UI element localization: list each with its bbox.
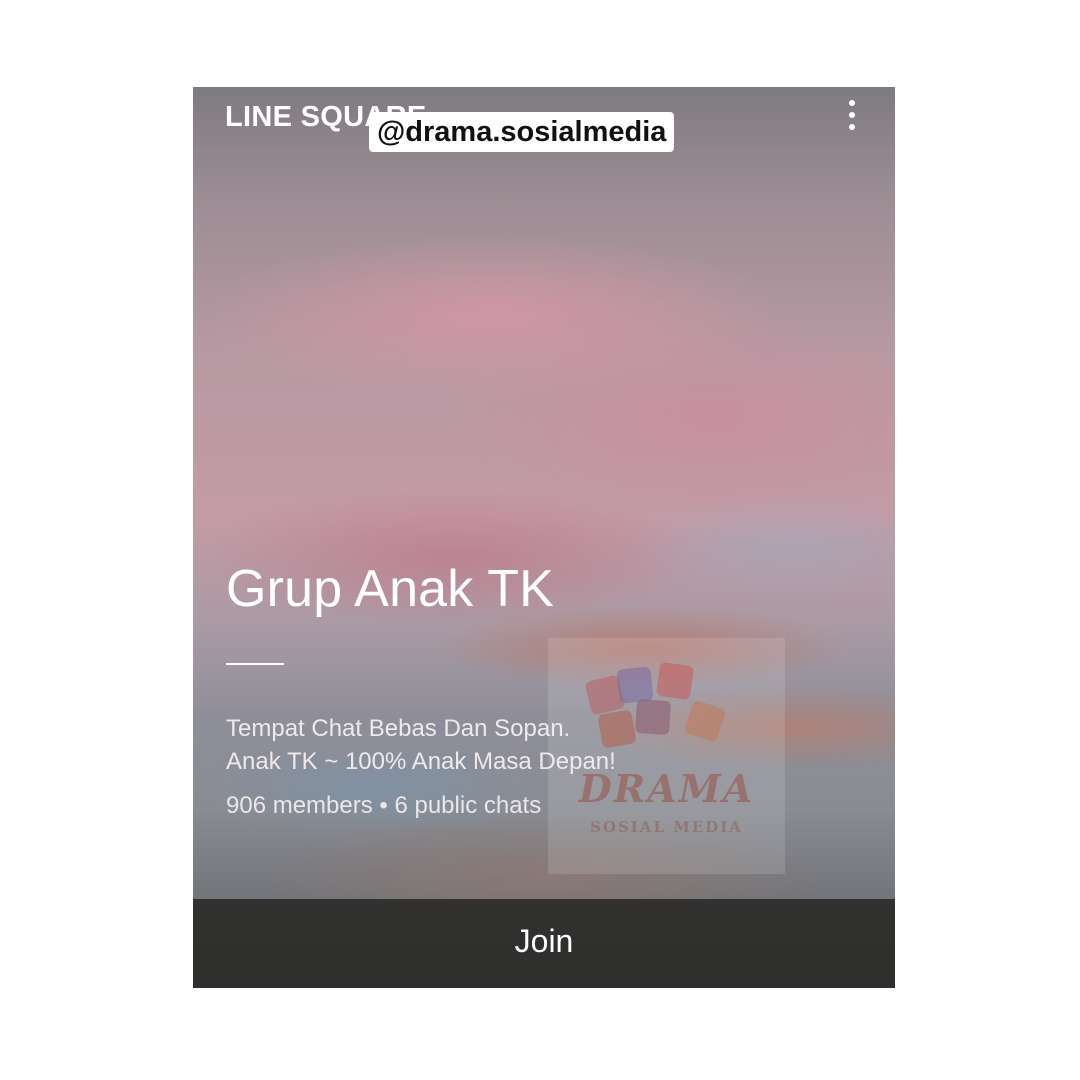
join-button[interactable]: Join (193, 899, 895, 988)
menu-dot (849, 124, 855, 130)
logo-subtext: SOSIAL MEDIA (590, 818, 743, 836)
group-description: Tempat Chat Bebas Dan Sopan. Anak TK ~ 1… (226, 712, 616, 778)
more-options-icon[interactable] (839, 97, 863, 137)
menu-dot (849, 112, 855, 118)
title-divider (226, 663, 284, 665)
group-name: Grup Anak TK (226, 560, 555, 618)
tumblr-icon (634, 698, 672, 736)
description-line: Tempat Chat Bebas Dan Sopan. (226, 715, 571, 742)
youtube-icon (655, 661, 695, 701)
join-label: Join (514, 923, 574, 959)
menu-dot (849, 100, 855, 106)
facebook-icon (616, 666, 654, 704)
description-line: Anak TK ~ 100% Anak Masa Depan! (226, 748, 616, 775)
line-square-screen: LINE SQUARE DRAMA SOSIAL MEDIA Grup Anak… (193, 87, 895, 988)
like-icon (683, 699, 727, 743)
watermark-handle: @drama.sosialmedia (369, 112, 675, 152)
group-stats: 906 members • 6 public chats (226, 792, 542, 819)
